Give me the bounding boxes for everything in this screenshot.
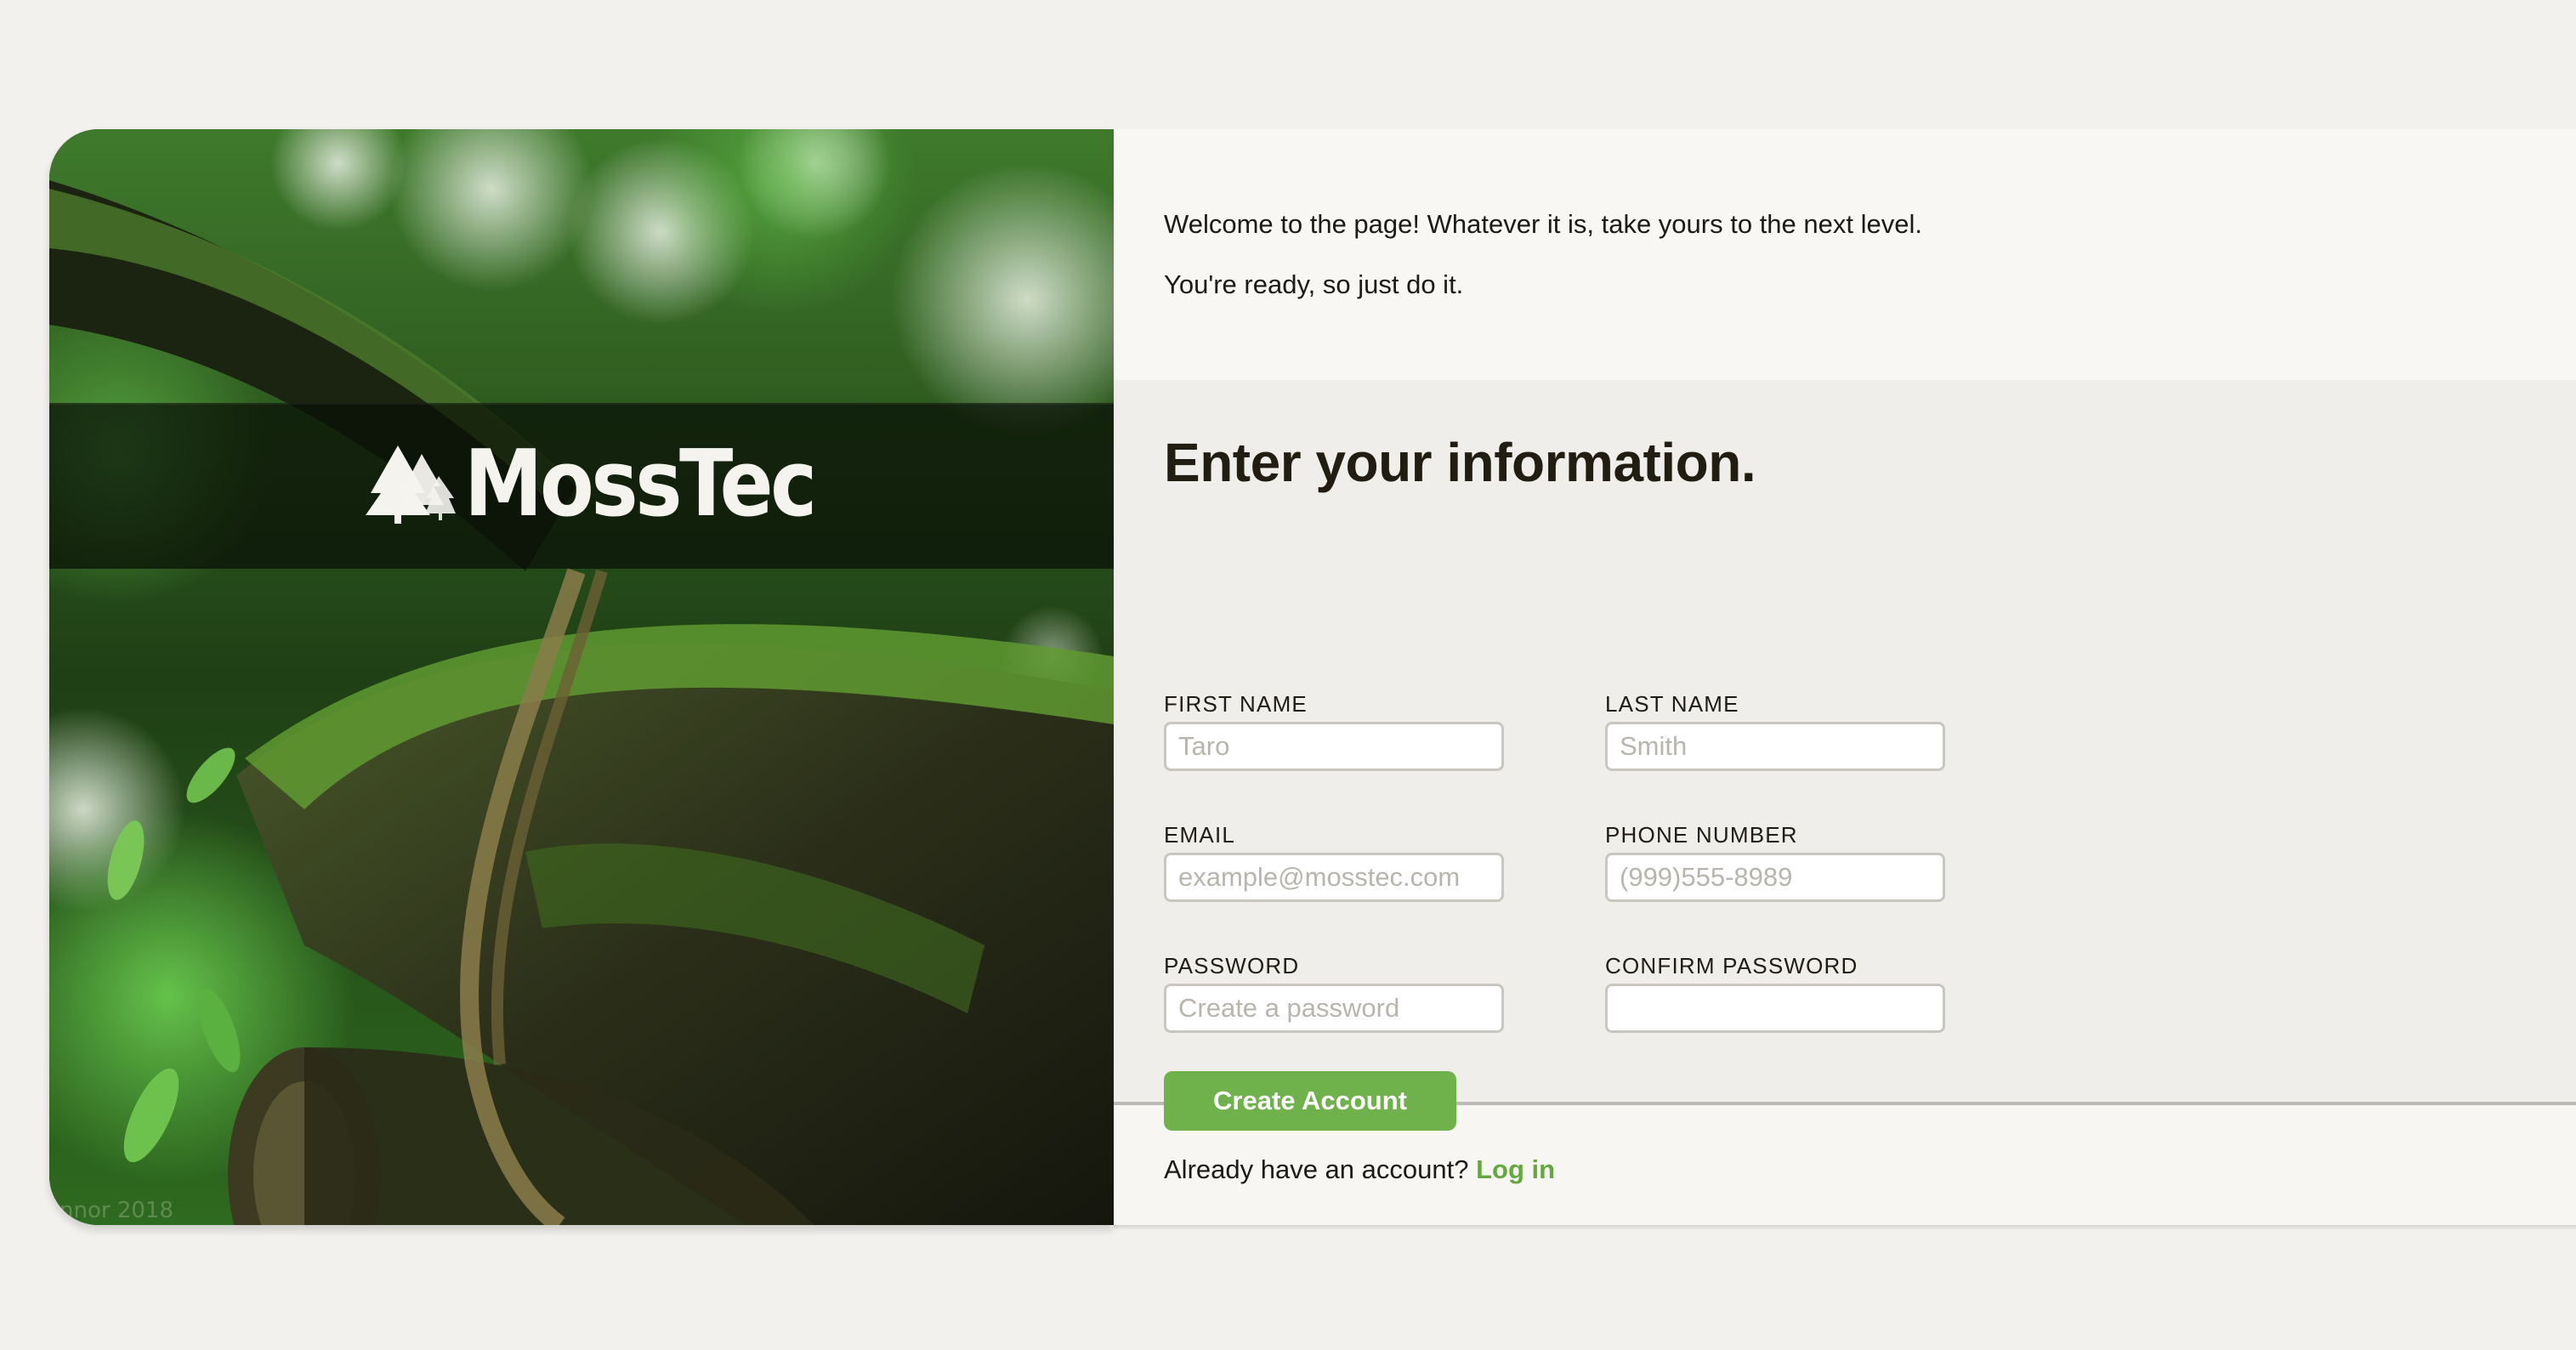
create-account-button[interactable]: Create Account	[1164, 1071, 1456, 1131]
login-prompt-text: Already have an account?	[1164, 1154, 1477, 1184]
first-name-label: FIRST NAME	[1164, 691, 1308, 717]
confirm-password-field-group: CONFIRM PASSWORD	[1605, 953, 1945, 1033]
password-label: PASSWORD	[1164, 953, 1300, 978]
password-field-group: PASSWORD	[1164, 953, 1504, 1033]
intro-ready-text: You're ready, so just do it.	[1164, 269, 1464, 299]
signup-panel: Welcome to the page! Whatever it is, tak…	[1114, 129, 2576, 1230]
confirm-password-label: CONFIRM PASSWORD	[1605, 953, 1858, 978]
signup-card: MossTec nnor 2018 Welcome to the page! W…	[49, 129, 2576, 1230]
intro-section: Welcome to the page! Whatever it is, tak…	[1114, 129, 2576, 380]
pine-trees-icon	[366, 445, 456, 524]
last-name-input[interactable]	[1605, 722, 1945, 771]
panel-shadow	[1114, 1225, 2576, 1230]
login-link[interactable]: Log in	[1476, 1154, 1555, 1184]
signup-form: Enter your information. FIRST NAME LAST …	[1114, 380, 2576, 1105]
phone-label: PHONE NUMBER	[1605, 822, 1798, 848]
form-footer: Create Account Already have an account? …	[1114, 1071, 2576, 1225]
forest-photo	[49, 129, 1114, 1225]
first-name-field-group: FIRST NAME	[1164, 691, 1504, 771]
phone-field-group: PHONE NUMBER	[1605, 822, 1945, 902]
hero-image: MossTec nnor 2018	[49, 129, 1114, 1225]
last-name-field-group: LAST NAME	[1605, 691, 1945, 771]
login-prompt: Already have an account? Log in	[1164, 1154, 1555, 1185]
email-input[interactable]	[1164, 853, 1504, 902]
first-name-input[interactable]	[1164, 722, 1504, 771]
brand-name: MossTec	[464, 431, 817, 537]
confirm-password-input[interactable]	[1605, 984, 1945, 1033]
password-input[interactable]	[1164, 984, 1504, 1033]
photo-credit: nnor 2018	[60, 1198, 173, 1223]
form-title: Enter your information.	[1164, 432, 1756, 493]
intro-welcome-text: Welcome to the page! Whatever it is, tak…	[1164, 209, 1922, 239]
email-label: EMAIL	[1164, 822, 1236, 848]
last-name-label: LAST NAME	[1605, 691, 1739, 717]
brand-logo[interactable]: MossTec	[366, 435, 871, 534]
email-field-group: EMAIL	[1164, 822, 1504, 902]
phone-input[interactable]	[1605, 853, 1945, 902]
